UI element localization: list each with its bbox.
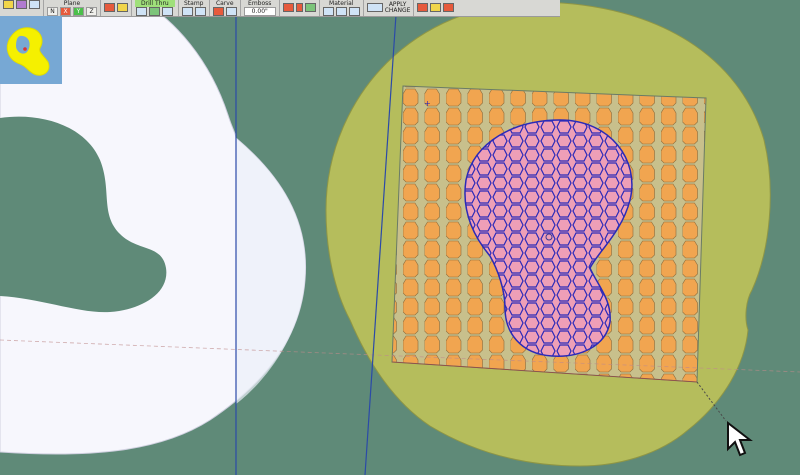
apply-change-line2: CHANGE [384,6,411,14]
material-group: Material [320,0,364,16]
option-yellow-icon[interactable] [117,3,128,12]
emboss-icon[interactable] [282,3,294,12]
stamp-group: Stamp [179,0,210,16]
material-swatch-icon[interactable] [304,3,316,12]
emboss-group: Emboss 0.00" [241,0,280,16]
drill-thru-group: Drill Thru [132,0,179,16]
select-arrow-icon[interactable] [16,0,27,9]
drill-icon[interactable] [136,6,148,16]
close-icon[interactable] [417,3,429,12]
cancel-icon[interactable] [430,3,442,12]
plane-group: Plane N X Y Z [44,0,101,16]
material-sample-icon[interactable] [348,6,360,16]
3d-viewport[interactable]: + [0,0,800,475]
open-icon[interactable] [3,0,14,9]
emboss-dot-icon[interactable] [295,3,303,12]
carve-mode-icon[interactable] [225,6,237,16]
shape-thumbnail [0,16,62,84]
options-group [101,0,132,16]
material-next-icon[interactable] [335,6,347,16]
option-red-icon[interactable] [104,3,115,12]
apply-change-button[interactable]: APPLY CHANGE [384,1,411,14]
apply-icon[interactable] [366,3,383,12]
play-icon[interactable] [29,0,40,9]
stamp-mode-icon[interactable] [194,6,206,16]
carve-group: Carve [210,0,241,16]
plane-y-button[interactable]: Y [73,6,84,16]
drill-mode-icon[interactable] [149,6,161,16]
apply-change-group: APPLY CHANGE [364,0,415,16]
svg-text:+: + [424,99,431,108]
emboss-icons-group [280,0,320,16]
exit-group [414,0,457,16]
exit-icon[interactable] [443,3,455,12]
material-prev-icon[interactable] [322,6,334,16]
file-group [0,0,44,16]
mouse-cursor-icon [726,420,754,463]
plane-n-button[interactable]: N [47,6,58,16]
scene-canvas[interactable]: + [0,0,800,475]
carve-icon[interactable] [212,6,224,16]
emboss-value-input[interactable]: 0.00" [243,6,276,16]
toolbar: Plane N X Y Z Drill Thru Stamp Carve Emb… [0,0,560,17]
stamp-icon[interactable] [181,6,193,16]
drill-shape-icon[interactable] [162,6,174,16]
plane-z-button[interactable]: Z [86,6,97,16]
plane-x-button[interactable]: X [60,6,71,16]
